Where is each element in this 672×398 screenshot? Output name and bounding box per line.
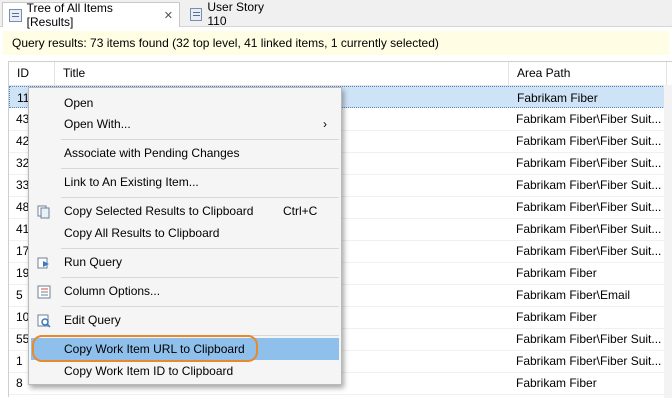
tab-user-story-110[interactable]: User Story 110: [184, 0, 288, 28]
menu-item-open-with[interactable]: Open With... ›: [31, 113, 339, 135]
tab-label: Tree of All Items [Results]: [26, 1, 113, 29]
run-query-icon: [37, 255, 51, 269]
cell-area-path: Fabrikam Fiber\Fiber Suit...: [516, 244, 662, 258]
submenu-arrow-icon: ›: [323, 117, 327, 131]
menu-item-copy-selected[interactable]: Copy Selected Results to Clipboard Ctrl+…: [31, 200, 339, 222]
menu-separator: [61, 277, 339, 278]
menu-item-edit-query[interactable]: Edit Query: [31, 309, 339, 331]
column-header-area-path[interactable]: Area Path: [509, 62, 667, 85]
cell-area-path: Fabrikam Fiber\Fiber Suit...: [516, 178, 662, 192]
close-tab-icon[interactable]: ✕: [164, 9, 173, 22]
menu-separator: [61, 306, 339, 307]
copy-icon: [37, 204, 51, 219]
menu-item-associate-pending-changes[interactable]: Associate with Pending Changes: [31, 142, 339, 164]
column-header-title[interactable]: Title: [55, 62, 509, 85]
highlight-callout: [32, 335, 258, 362]
menu-separator: [61, 139, 339, 140]
cell-area-path: Fabrikam Fiber\Fiber Suit...: [516, 112, 662, 126]
grid-header: ID Title Area Path: [9, 62, 672, 86]
work-item-icon: [190, 7, 203, 21]
menu-item-run-query[interactable]: Run Query: [31, 251, 339, 273]
menu-item-copy-work-item-id[interactable]: Copy Work Item ID to Clipboard: [31, 360, 339, 382]
menu-item-copy-all[interactable]: Copy All Results to Clipboard: [31, 222, 339, 244]
query-results-icon: [9, 8, 22, 22]
menu-separator: [61, 197, 339, 198]
column-header-id[interactable]: ID: [9, 62, 55, 85]
menu-separator: [61, 168, 339, 169]
cell-area-path: Fabrikam Fiber\Fiber Suit...: [516, 332, 662, 346]
cell-area-path: Fabrikam Fiber: [516, 266, 597, 280]
cell-area-path: Fabrikam Fiber\Fiber Suit...: [516, 222, 662, 236]
cell-area-path: Fabrikam Fiber\Fiber Suit...: [516, 354, 662, 368]
cell-area-path: Fabrikam Fiber: [517, 91, 598, 105]
cell-area-path: Fabrikam Fiber\Fiber Suit...: [516, 156, 662, 170]
editor-tab-bar: Tree of All Items [Results] ✕ User Story…: [0, 0, 672, 29]
cell-area-path: Fabrikam Fiber: [516, 376, 597, 390]
tab-label: User Story 110: [207, 0, 265, 28]
vertical-scrollbar[interactable]: [664, 85, 672, 398]
column-options-icon: [37, 284, 51, 299]
menu-separator: [61, 248, 339, 249]
edit-query-icon: [37, 313, 51, 328]
tab-tree-of-all-items[interactable]: Tree of All Items [Results] ✕: [2, 1, 180, 29]
menu-item-open[interactable]: Open: [31, 92, 339, 114]
query-results-summary: Query results: 73 items found (32 top le…: [3, 31, 669, 55]
cell-area-path: Fabrikam Fiber\Fiber Suit...: [516, 134, 662, 148]
menu-item-link-existing[interactable]: Link to An Existing Item...: [31, 171, 339, 193]
cell-area-path: Fabrikam Fiber: [516, 310, 597, 324]
cell-area-path: Fabrikam Fiber\Email: [516, 288, 631, 302]
cell-area-path: Fabrikam Fiber\Fiber Suit...: [516, 200, 662, 214]
menu-item-column-options[interactable]: Column Options...: [31, 280, 339, 302]
